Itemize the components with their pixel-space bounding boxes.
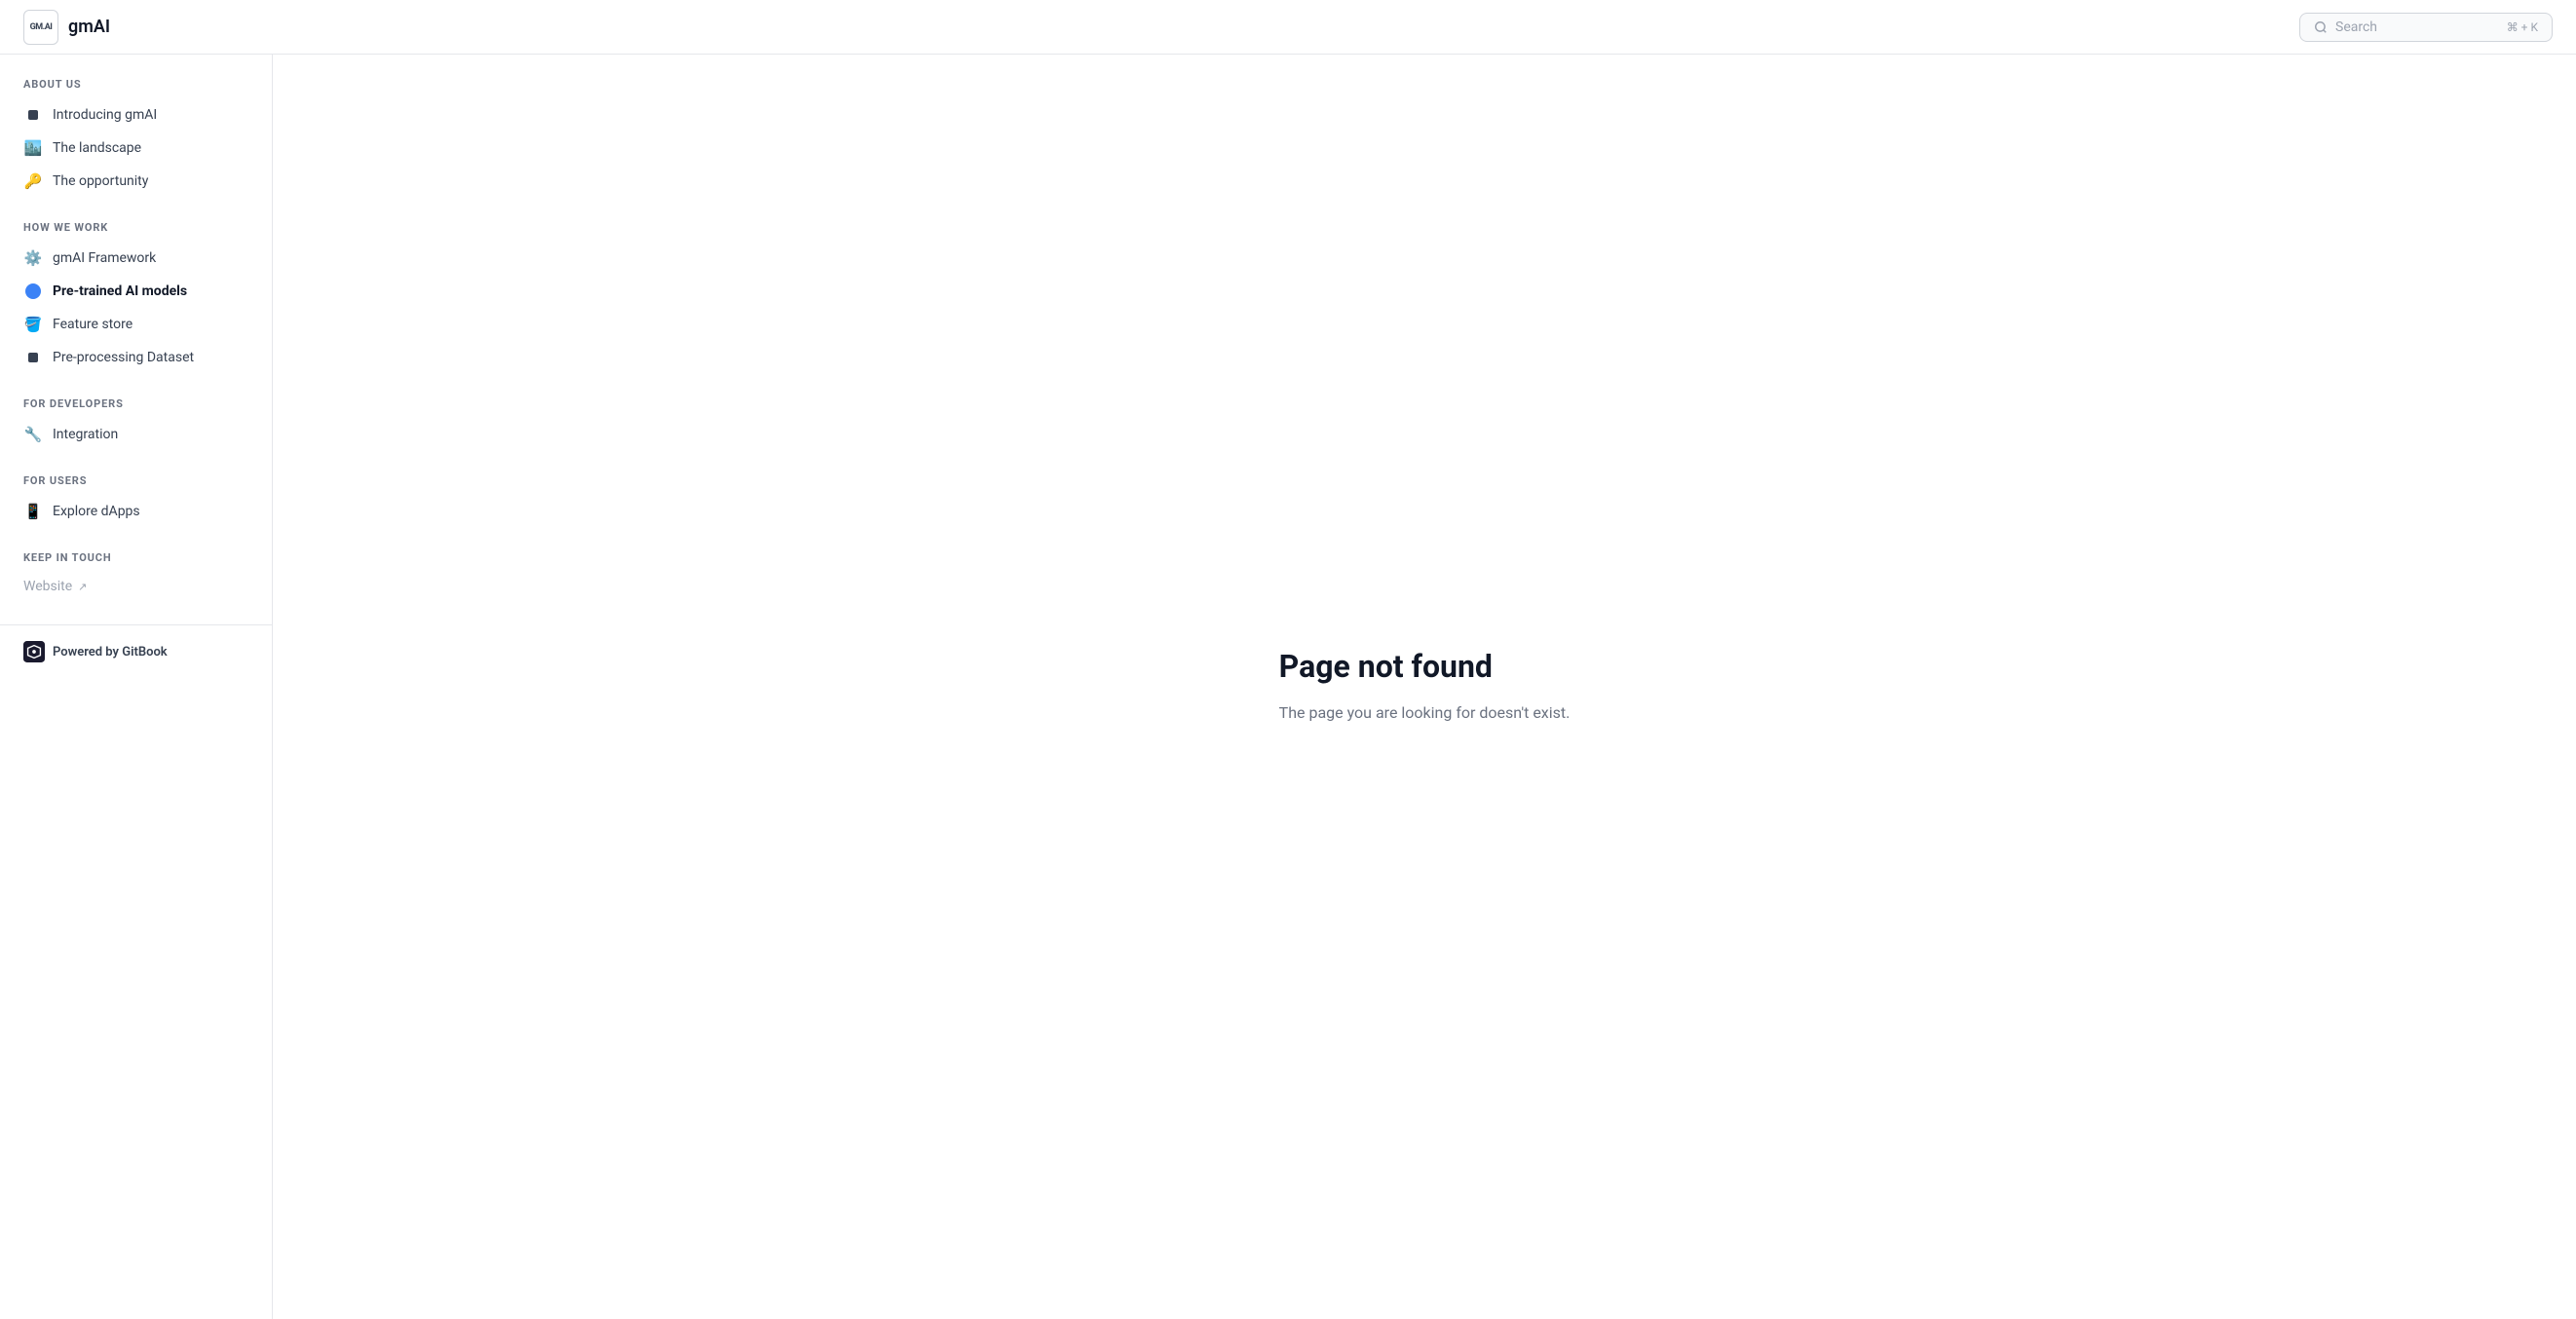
sidebar-section-title-for-developers: FOR DEVELOPERS (0, 397, 272, 410)
not-found-title: Page not found (1279, 648, 1571, 685)
dapps-icon: 📱 (23, 502, 43, 521)
sidebar-item-label-dapps: Explore dApps (53, 504, 140, 519)
not-found-description: The page you are looking for doesn't exi… (1279, 700, 1571, 726)
sidebar-item-landscape[interactable]: 🏙️ The landscape (0, 132, 272, 165)
header: GM.AI gmAI Search ⌘ + K (0, 0, 2576, 55)
sidebar-item-dapps[interactable]: 📱 Explore dApps (0, 495, 272, 528)
search-bar[interactable]: Search ⌘ + K (2299, 13, 2553, 42)
sidebar-section-for-users: FOR USERS 📱 Explore dApps (0, 474, 272, 528)
sidebar-section-how-we-work: HOW WE WORK ⚙️ gmAI Framework Pre-traine… (0, 221, 272, 374)
layout: ABOUT US Introducing gmAI 🏙️ The landsca… (0, 55, 2576, 1319)
sidebar-item-feature-store[interactable]: 🪣 Feature store (0, 308, 272, 341)
sidebar-item-preprocessing[interactable]: Pre-processing Dataset (0, 341, 272, 374)
search-shortcut: ⌘ + K (2507, 20, 2538, 34)
feature-store-icon: 🪣 (23, 315, 43, 334)
sidebar-item-opportunity[interactable]: 🔑 The opportunity (0, 165, 272, 198)
sidebar-section-keep-in-touch: KEEP IN TOUCH Website ↗ (0, 551, 272, 601)
search-icon (2314, 20, 2328, 34)
sidebar-item-integration[interactable]: 🔧 Integration (0, 418, 272, 451)
website-label: Website (23, 579, 72, 594)
preprocessing-icon (23, 348, 43, 367)
logo-text: gmAI (68, 17, 110, 37)
sidebar-section-for-developers: FOR DEVELOPERS 🔧 Integration (0, 397, 272, 451)
sidebar-section-title-for-users: FOR USERS (0, 474, 272, 487)
main-content: Page not found The page you are looking … (273, 55, 2576, 1319)
sidebar-item-label-preprocessing: Pre-processing Dataset (53, 350, 194, 365)
sidebar-item-introducing[interactable]: Introducing gmAI (0, 98, 272, 132)
sidebar-item-label-feature-store: Feature store (53, 317, 133, 332)
search-placeholder: Search (2335, 19, 2499, 35)
sidebar-item-label-integration: Integration (53, 427, 118, 442)
sidebar: ABOUT US Introducing gmAI 🏙️ The landsca… (0, 55, 273, 1319)
sidebar-item-pretrained[interactable]: Pre-trained AI models (0, 275, 272, 308)
opportunity-icon: 🔑 (23, 171, 43, 191)
sidebar-footer: Powered by GitBook (0, 624, 272, 678)
sidebar-item-framework[interactable]: ⚙️ gmAI Framework (0, 242, 272, 275)
sidebar-section-title-how-we-work: HOW WE WORK (0, 221, 272, 234)
logo-badge: GM.AI (23, 10, 58, 45)
sidebar-item-label-framework: gmAI Framework (53, 250, 156, 266)
sidebar-item-label-pretrained: Pre-trained AI models (53, 283, 187, 299)
sidebar-item-label-landscape: The landscape (53, 140, 141, 156)
not-found-container: Page not found The page you are looking … (1279, 648, 1571, 726)
external-link-icon: ↗ (78, 581, 87, 593)
sidebar-section-about-us: ABOUT US Introducing gmAI 🏙️ The landsca… (0, 78, 272, 198)
square-icon (23, 105, 43, 125)
sidebar-section-title-about-us: ABOUT US (0, 78, 272, 91)
framework-icon: ⚙️ (23, 248, 43, 268)
sidebar-item-label-introducing: Introducing gmAI (53, 107, 157, 123)
pretrained-icon (23, 282, 43, 301)
sidebar-section-title-keep-in-touch: KEEP IN TOUCH (0, 551, 272, 564)
sidebar-item-label-opportunity: The opportunity (53, 173, 148, 189)
gitbook-icon (23, 641, 45, 662)
landscape-icon: 🏙️ (23, 138, 43, 158)
integration-icon: 🔧 (23, 425, 43, 444)
gitbook-label: Powered by GitBook (53, 645, 168, 660)
logo-link[interactable]: GM.AI gmAI (23, 10, 110, 45)
sidebar-item-website[interactable]: Website ↗ (0, 572, 272, 601)
